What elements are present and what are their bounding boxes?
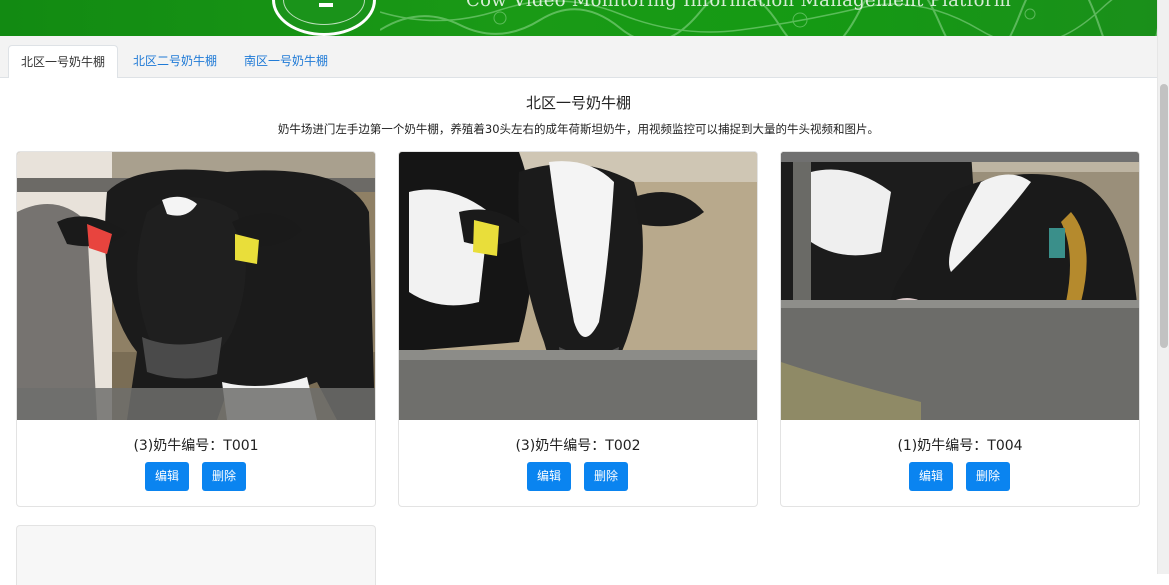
platform-logo [272,0,376,36]
cow-card-t001: (3)奶牛编号：T001 编辑 删除 [16,151,376,507]
delete-button[interactable]: 删除 [966,462,1011,491]
edit-button[interactable]: 编辑 [527,462,572,491]
tab-north-shed-1[interactable]: 北区一号奶牛棚 [8,45,119,79]
cow-id-label: (3)奶牛编号：T002 [515,438,641,454]
shed-title: 北区一号奶牛棚 [525,94,631,112]
platform-title: Cow Video Monitoring Information Managem… [466,0,1012,11]
shed-description: 奶牛场进门左手边第一个奶牛棚，养殖着30头左右的成年荷斯坦奶牛，用视频监控可以捕… [277,122,880,136]
shed-tab-bar: 北区一号奶牛棚 北区二号奶牛棚 南区一号奶牛棚 [0,36,1157,79]
cow-card-next-partial [16,525,376,585]
delete-button[interactable]: 删除 [584,462,629,491]
edit-button[interactable]: 编辑 [909,462,954,491]
cow-photo [781,152,1139,420]
tab-content: 北区一号奶牛棚 奶牛场进门左手边第一个奶牛棚，养殖着30头左右的成年荷斯坦奶牛，… [0,78,1157,585]
tab-north-shed-2[interactable]: 北区二号奶牛棚 [121,45,229,78]
edit-button[interactable]: 编辑 [145,462,190,491]
delete-button[interactable]: 删除 [202,462,247,491]
scrollbar-thumb[interactable] [1160,84,1168,348]
logo-mark [319,3,333,7]
cow-photo-illustration [17,152,375,420]
page-scrollbar[interactable] [1157,0,1169,574]
cow-card-t002: (3)奶牛编号：T002 编辑 删除 [398,151,758,507]
cow-photo [17,152,375,420]
cow-id-label: (1)奶牛编号：T004 [897,438,1023,454]
tab-south-shed-1[interactable]: 南区一号奶牛棚 [232,45,340,78]
cow-id-label: (3)奶牛编号：T001 [133,438,259,454]
header-banner: Cow Video Monitoring Information Managem… [0,0,1157,36]
cow-photo [399,152,757,420]
cow-photo-illustration [399,152,757,420]
cow-photo-illustration [781,152,1139,420]
cow-card-t004: (1)奶牛编号：T004 编辑 删除 [780,151,1140,507]
